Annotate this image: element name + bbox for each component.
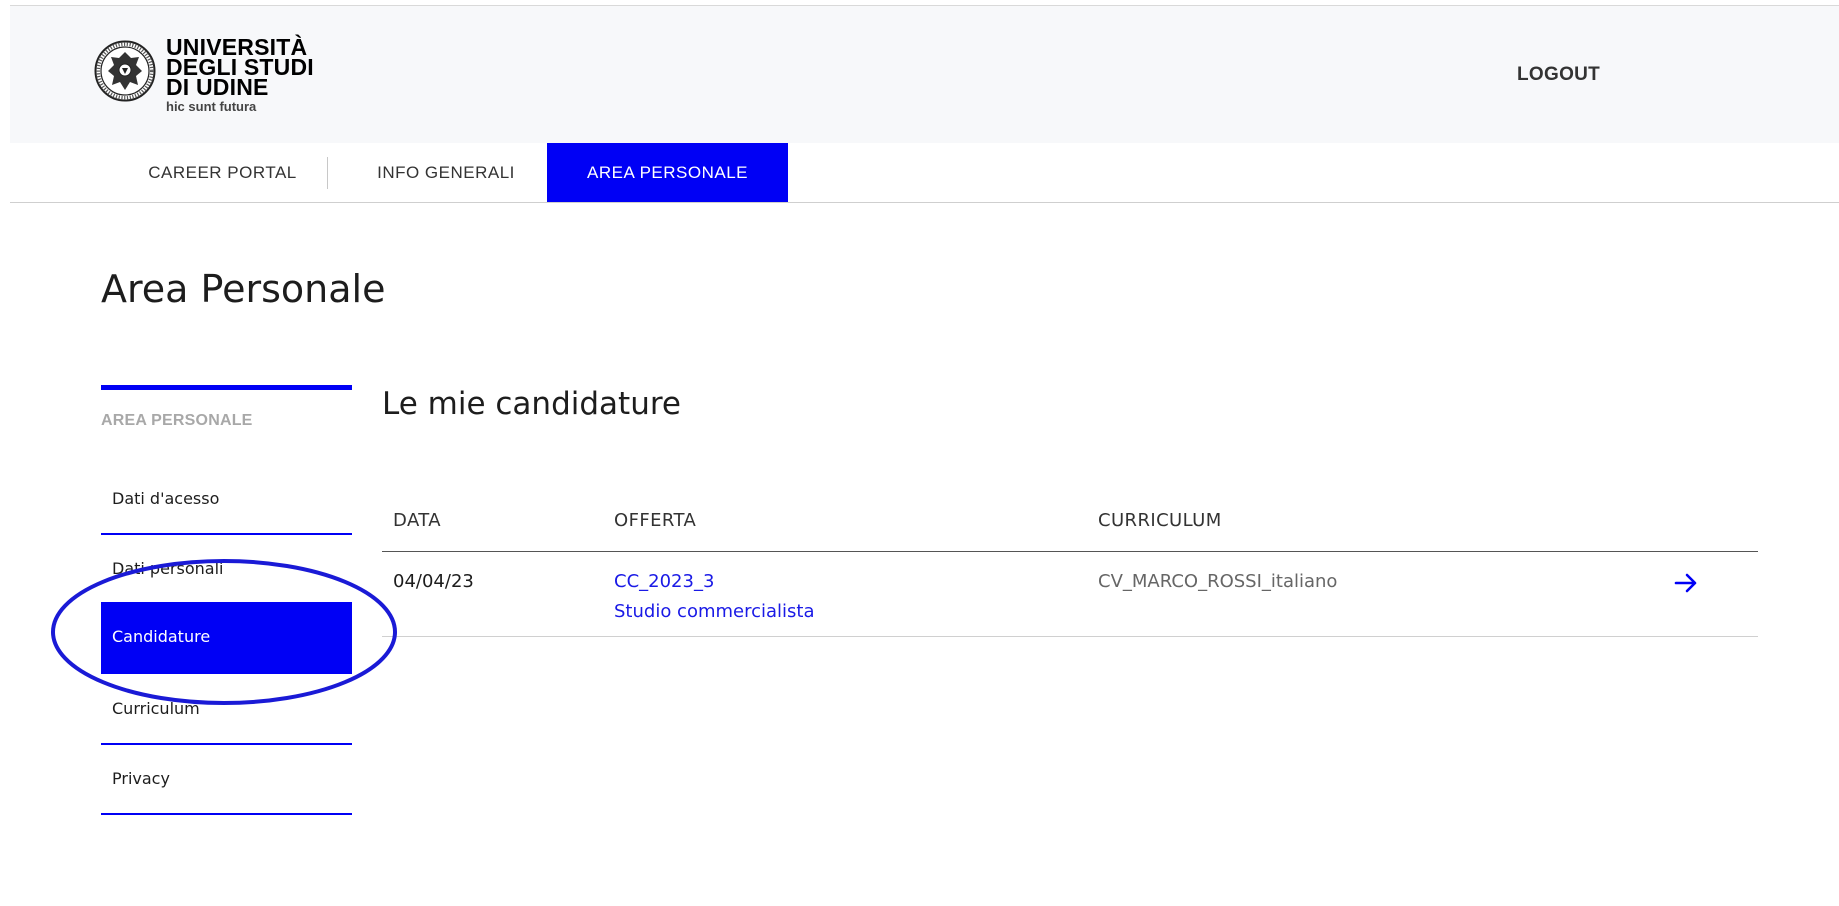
offer-code[interactable]: CC_2023_3 xyxy=(614,567,815,597)
column-header-curriculum: CURRICULUM xyxy=(1098,510,1222,531)
column-header-data: DATA xyxy=(393,510,441,531)
main-nav: CAREER PORTAL INFO GENERALI AREA PERSONA… xyxy=(10,143,1839,203)
page-title: Area Personale xyxy=(101,267,386,311)
logout-button[interactable]: LOGOUT xyxy=(1517,64,1600,86)
sidebar-item-curriculum[interactable]: Curriculum xyxy=(101,677,352,745)
page: UNIVERSITÀ DEGLI STUDI DI UDINE hic sunt… xyxy=(10,5,1839,906)
section-title: Le mie candidature xyxy=(382,386,681,422)
sidebar-item-dati-acesso[interactable]: Dati d'acesso xyxy=(101,467,352,535)
offer-title[interactable]: Studio commercialista xyxy=(614,597,815,627)
table-header-divider xyxy=(382,551,1758,552)
tab-career-portal[interactable]: CAREER PORTAL xyxy=(110,143,335,202)
university-seal-icon xyxy=(94,40,156,102)
brand-line-3: DI UDINE xyxy=(166,74,269,100)
brand-motto: hic sunt futura xyxy=(166,99,257,114)
sidebar-accent-bar xyxy=(101,385,352,390)
tab-info-generali[interactable]: INFO GENERALI xyxy=(336,143,556,202)
brand-text: UNIVERSITÀ DEGLI STUDI DI UDINE hic sunt… xyxy=(166,36,314,115)
row-date: 04/04/23 xyxy=(393,571,474,592)
row-offer-link[interactable]: CC_2023_3 Studio commercialista xyxy=(614,567,815,627)
row-curriculum: CV_MARCO_ROSSI_italiano xyxy=(1098,571,1338,592)
site-header: UNIVERSITÀ DEGLI STUDI DI UDINE hic sunt… xyxy=(10,5,1839,144)
sidebar-item-dati-personali[interactable]: Dati personali xyxy=(101,537,352,605)
nav-divider xyxy=(327,157,328,189)
table-row-divider xyxy=(382,636,1758,637)
sidebar-heading: AREA PERSONALE xyxy=(101,412,253,429)
tab-area-personale[interactable]: AREA PERSONALE xyxy=(547,143,788,202)
sidebar-item-privacy[interactable]: Privacy xyxy=(101,747,352,815)
university-logo[interactable]: UNIVERSITÀ DEGLI STUDI DI UDINE hic sunt… xyxy=(94,36,314,115)
sidebar-item-candidature[interactable]: Candidature xyxy=(101,602,352,674)
column-header-offerta: OFFERTA xyxy=(614,510,697,531)
arrow-right-icon[interactable] xyxy=(1673,570,1699,596)
